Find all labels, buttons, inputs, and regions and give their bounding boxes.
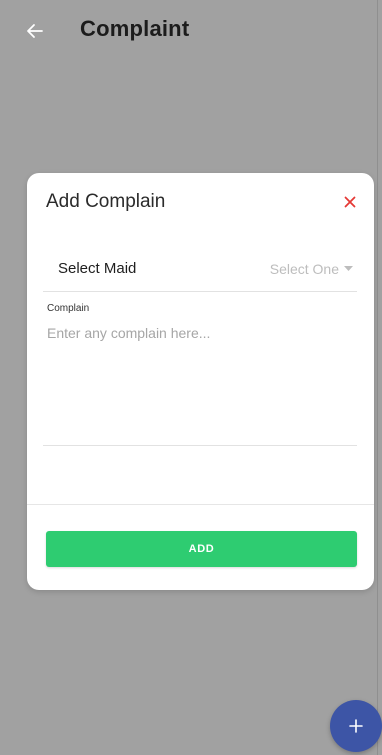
floating-add-button[interactable] [330,700,382,752]
caret-down-icon [344,266,353,272]
complain-field: Complain [43,297,357,446]
arrow-left-icon [27,24,43,38]
close-icon [344,196,356,208]
dialog-title: Add Complain [46,191,166,212]
screen-background: Complaint Add Complain Select Maid Selec… [0,0,382,755]
dialog-actions-divider [27,504,374,505]
page-title: Complaint [80,16,190,41]
close-button[interactable] [340,192,360,212]
plus-icon [349,719,363,733]
complain-input[interactable] [47,325,347,435]
select-maid-label: Select Maid [58,260,137,277]
app-bar: Complaint [0,0,382,64]
add-button[interactable]: ADD [46,531,357,567]
select-maid-value: Select One [270,261,353,277]
add-complain-dialog: Add Complain Select Maid Select One Comp… [27,173,374,590]
select-maid-value-text: Select One [269,261,339,277]
complain-field-label: Complain [47,303,90,314]
screen-edge-divider [377,0,378,755]
back-button[interactable] [22,18,48,44]
select-maid-dropdown[interactable]: Select Maid Select One [43,245,357,292]
